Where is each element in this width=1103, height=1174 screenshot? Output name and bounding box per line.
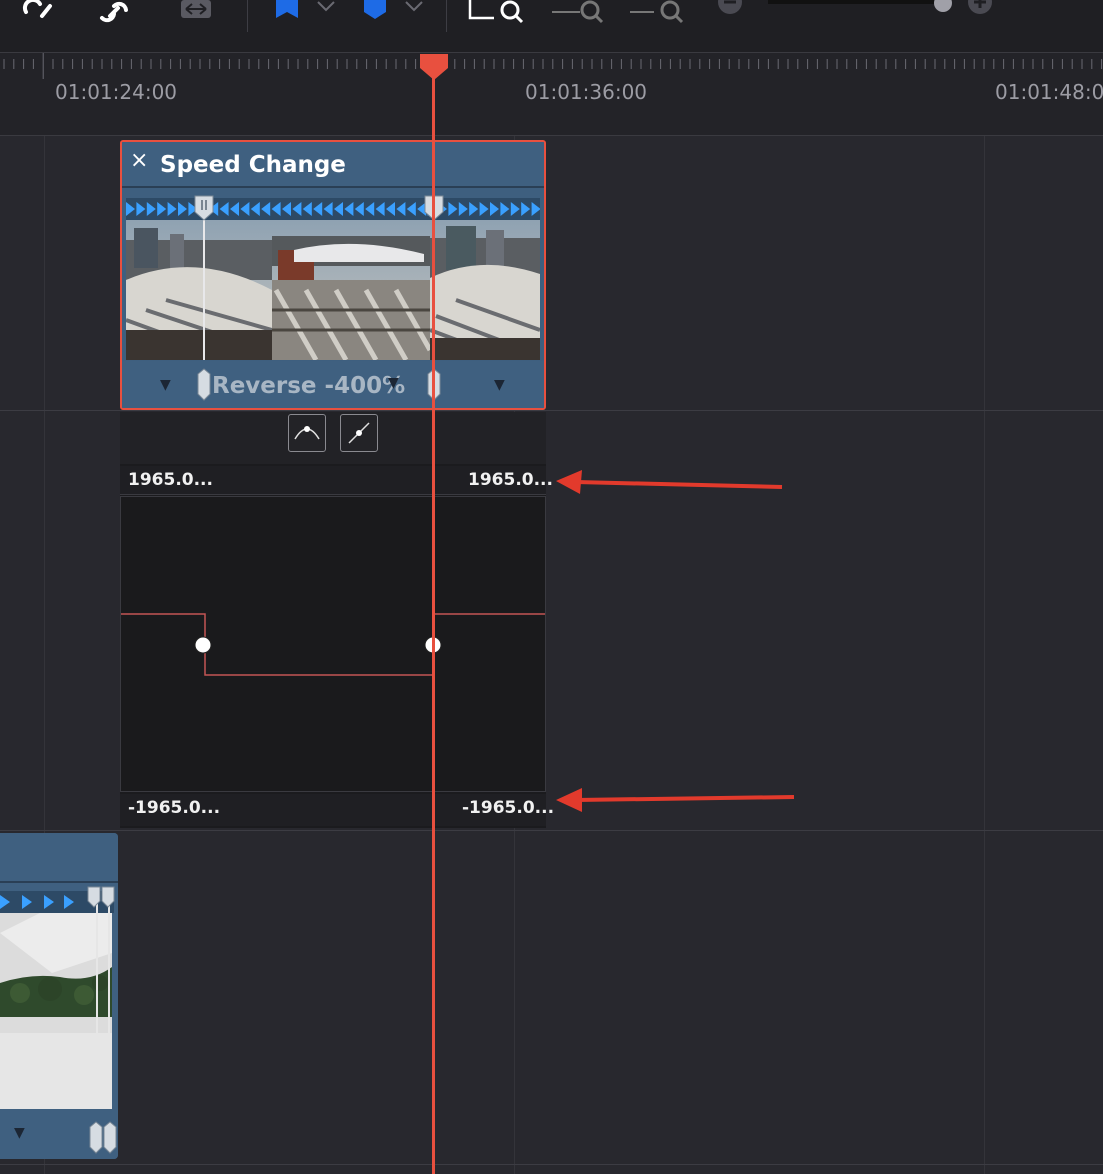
linear-curve-button[interactable]: [340, 414, 378, 452]
plus-icon[interactable]: [966, 0, 996, 18]
timecode-label: 01:01:24:00: [55, 80, 178, 104]
track-divider: [0, 1164, 1103, 1165]
playhead-line[interactable]: [432, 62, 435, 1174]
timecode-ruler[interactable]: 01:01:24:00 01:01:36:00 01:01:48:00: [0, 53, 1103, 136]
ease-curve-button[interactable]: [288, 414, 326, 452]
chevron-down-icon[interactable]: [316, 0, 336, 14]
ease-curve-icon: [294, 426, 320, 440]
swap-icon[interactable]: [178, 0, 214, 22]
retime-menu-arrow[interactable]: ▼: [388, 375, 399, 391]
curve-top-values: 1965.0... 1965.0...: [120, 466, 553, 495]
arrow-icon: [556, 470, 783, 494]
arrow-icon: [556, 788, 795, 812]
flag-icon[interactable]: [272, 0, 304, 20]
timecode-label: 01:01:48:00: [995, 80, 1103, 104]
unlink-icon[interactable]: [96, 0, 136, 28]
zoom-out-icon[interactable]: [628, 0, 688, 24]
timeline-toolbar: [0, 0, 1103, 53]
timecode-label: 01:01:36:00: [525, 80, 648, 104]
curve-keyframe[interactable]: [194, 636, 212, 654]
chevron-down-icon[interactable]: [404, 0, 424, 14]
curve-bottom-values: -1965.0... -1965.0...: [120, 794, 554, 826]
retime-menu-arrow[interactable]: ▼: [14, 1125, 25, 1141]
zoom-detail-icon[interactable]: [466, 0, 526, 24]
speed-arrow-strip: [126, 198, 541, 220]
retime-speed-label[interactable]: Reverse -400%: [212, 373, 405, 399]
clip-title-bar[interactable]: × Speed Change: [122, 142, 544, 188]
clip-title: Speed Change: [160, 152, 346, 178]
video-clip[interactable]: ▼: [0, 833, 118, 1159]
track-divider: [0, 830, 1103, 831]
retime-curve-panel: 1965.0... 1965.0... -1965.0... -1965.0..…: [120, 412, 554, 828]
close-icon[interactable]: ×: [130, 148, 148, 173]
track-divider: [0, 410, 1103, 411]
minus-icon[interactable]: [716, 0, 746, 18]
speed-point-handle[interactable]: [196, 368, 212, 404]
speed-point-handle[interactable]: [88, 1121, 118, 1155]
clip-retime-footer[interactable]: ▼ Reverse -400% ▼ ▼: [122, 361, 544, 408]
curve-max-value-right: 1965.0...: [468, 470, 553, 490]
video-clip-selected[interactable]: × Speed Change ▼ Reverse -400% ▼ ▼: [120, 140, 546, 410]
speed-arrows: [126, 202, 541, 216]
curve-min-value-left: -1965.0...: [128, 798, 221, 818]
retime-handle-icon[interactable]: [192, 194, 216, 224]
speed-curve: [121, 613, 545, 676]
retime-menu-arrow[interactable]: ▼: [160, 377, 171, 393]
curve-max-value-left: 1965.0...: [128, 470, 213, 490]
playhead-icon[interactable]: [418, 52, 450, 82]
linear-curve-icon: [348, 422, 370, 444]
curve-toolbar: [120, 412, 546, 464]
clip-thumbnails: [125, 220, 541, 362]
retime-menu-arrow[interactable]: ▼: [494, 377, 505, 393]
grid-line: [984, 136, 985, 1174]
retime-handle-icon[interactable]: [86, 885, 116, 911]
curve-min-value-right: -1965.0...: [462, 798, 555, 818]
marker-icon[interactable]: [360, 0, 390, 20]
clip-title-bar[interactable]: [0, 833, 118, 883]
zoom-icon[interactable]: [548, 0, 608, 24]
curve-graph[interactable]: [120, 496, 546, 792]
thumbnail-strip: [125, 220, 541, 362]
link-icon[interactable]: [20, 0, 60, 28]
zoom-slider-track[interactable]: [768, 0, 948, 4]
zoom-slider-thumb[interactable]: [930, 0, 956, 14]
ruler-ticks: [3, 53, 1103, 79]
clip-retime-footer[interactable]: ▼: [0, 1109, 118, 1159]
